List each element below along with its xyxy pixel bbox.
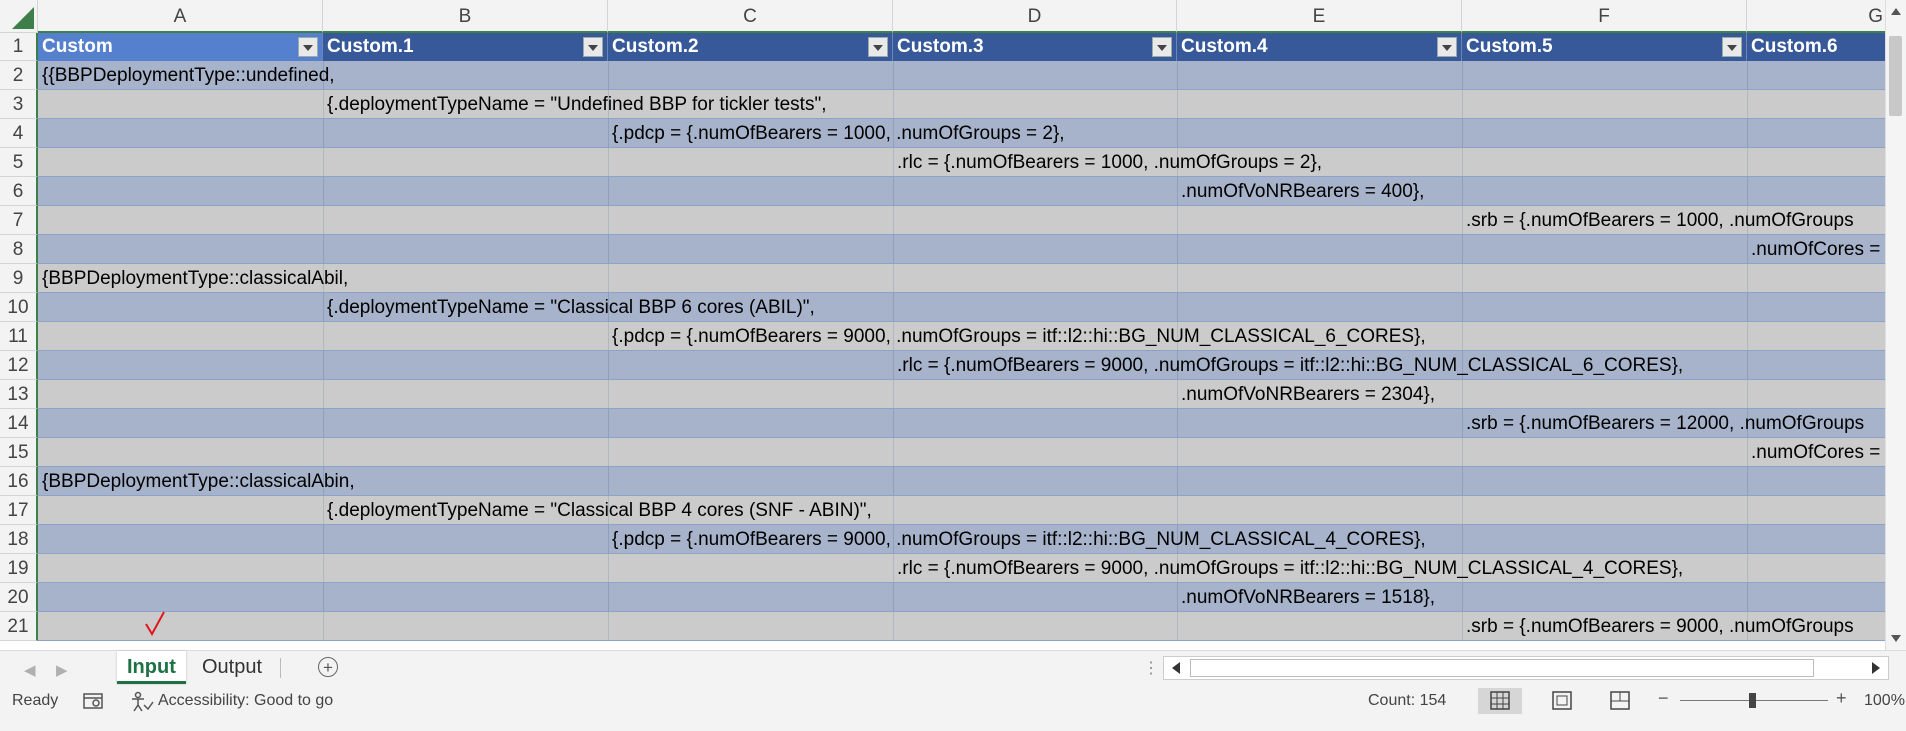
page-break-view-button[interactable] — [1598, 688, 1642, 714]
tab-split-handle-icon[interactable]: ⋮ — [1143, 658, 1159, 678]
scroll-tabs-right-icon[interactable]: ▶ — [56, 661, 68, 679]
macro-record-icon[interactable] — [82, 691, 106, 711]
zoom-out-button[interactable]: − — [1658, 688, 1669, 709]
tab-divider — [280, 658, 281, 678]
accessibility-checker-icon[interactable] — [130, 691, 154, 713]
zoom-slider-thumb[interactable] — [1749, 693, 1756, 708]
sheet-tab-input[interactable]: Input — [117, 651, 186, 684]
horizontal-scrollbar[interactable] — [1163, 656, 1889, 680]
add-sheet-button[interactable]: + — [318, 657, 338, 677]
horizontal-scroll-thumb[interactable] — [1190, 659, 1814, 677]
normal-view-icon — [1490, 691, 1510, 710]
sheet-tab-output[interactable]: Output — [192, 651, 272, 684]
page-layout-view-button[interactable] — [1540, 688, 1584, 714]
page-layout-icon — [1552, 691, 1572, 710]
sheet-tab-bar: ◀ ▶ Input Output + ⋮ — [0, 650, 1906, 685]
annotation-overlay — [145, 611, 223, 731]
page-break-icon — [1610, 691, 1630, 710]
scroll-tabs-left-icon[interactable]: ◀ — [24, 661, 36, 679]
ready-status: Ready — [12, 692, 59, 709]
status-bar: Ready Accessibility: Good to go Count: 1… — [0, 685, 1906, 731]
zoom-level[interactable]: 100% — [1864, 692, 1905, 710]
zoom-in-button[interactable]: + — [1836, 688, 1847, 709]
normal-view-button[interactable] — [1478, 688, 1522, 714]
count-status: Count: 154 — [1368, 692, 1447, 709]
scroll-left-icon[interactable] — [1172, 662, 1180, 674]
scroll-right-icon[interactable] — [1872, 662, 1880, 674]
checkmark-annotation-icon — [145, 611, 165, 637]
accessibility-status[interactable]: Accessibility: Good to go — [158, 692, 333, 710]
